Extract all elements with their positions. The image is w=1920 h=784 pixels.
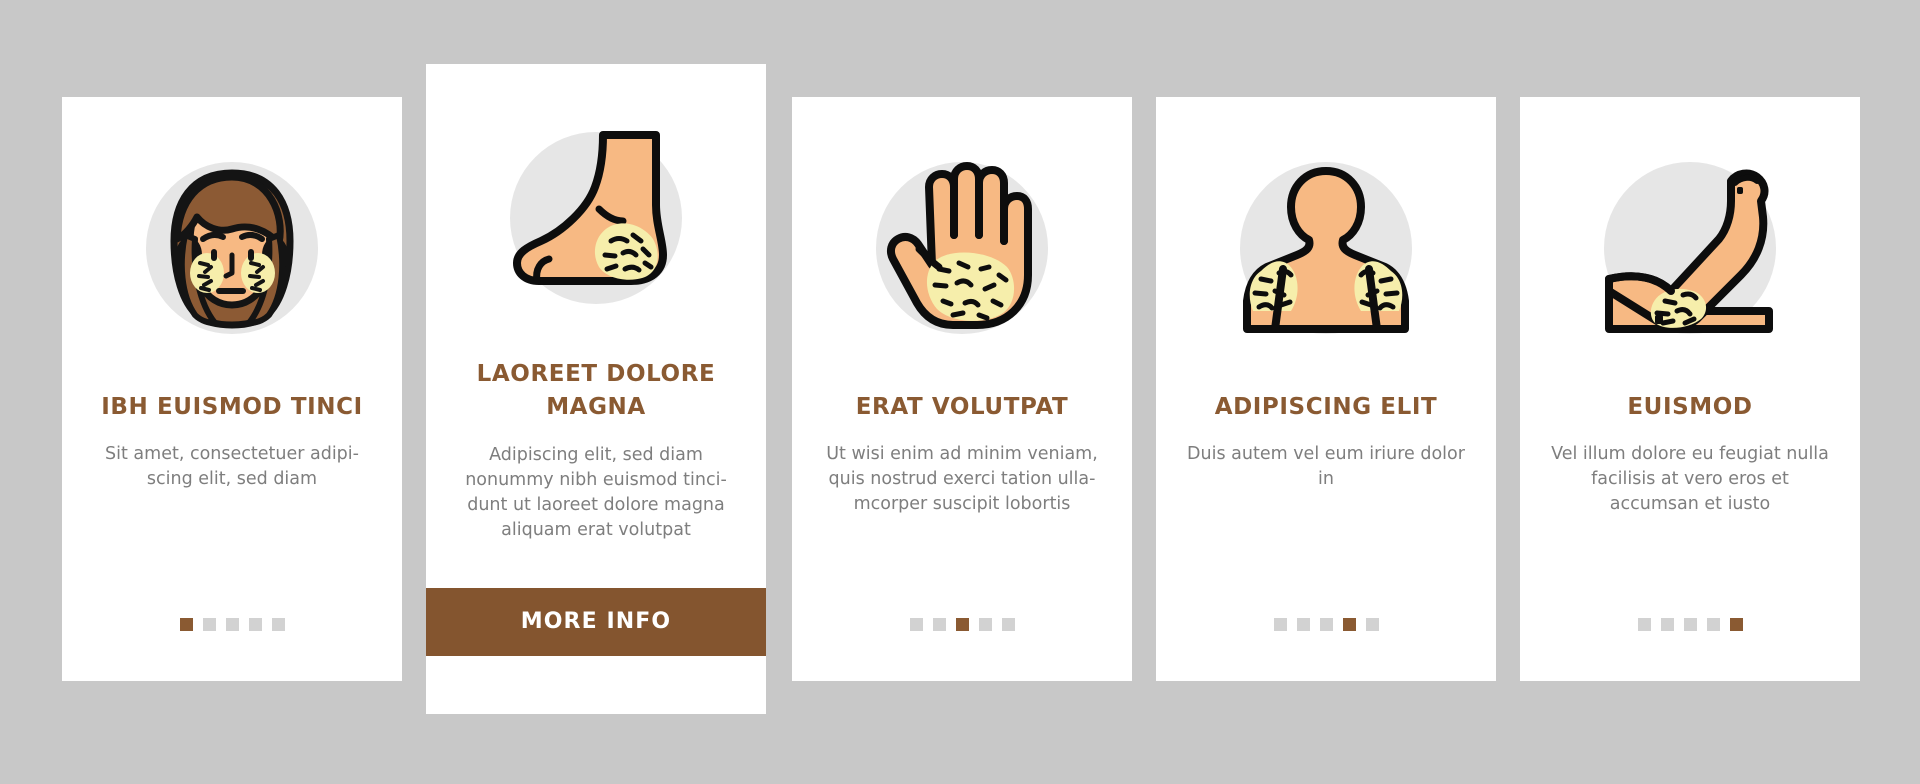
onboarding-card-1[interactable]: IBH EUISMOD TINCI Sit amet, consectetuer… (62, 97, 402, 681)
hand-palm-rash-icon (876, 162, 1048, 334)
pagination-dot[interactable] (1637, 618, 1651, 631)
pagination-dot[interactable] (955, 618, 969, 631)
pagination-dot[interactable] (1296, 618, 1310, 631)
pagination-dot[interactable] (225, 618, 239, 631)
card-title: ERAT VOLUTPAT (855, 394, 1069, 420)
pagination-dot[interactable] (1273, 618, 1287, 631)
card-description: Vel illum dolore eu feugiat nulla facili… (1551, 443, 1829, 514)
card-description: Ut wisi enim ad minim veniam, quis nostr… (826, 443, 1098, 514)
pagination-dot[interactable] (932, 618, 946, 631)
card-description: Adipiscing elit, sed diam nonummy nibh e… (465, 445, 727, 541)
onboarding-card-2[interactable]: LAOREET DOLORE MAGNA Adipiscing elit, se… (426, 64, 766, 714)
pagination-dot[interactable] (1319, 618, 1333, 631)
onboarding-card-4[interactable]: ADIPISCING ELIT Duis autem vel eum iriur… (1156, 97, 1496, 681)
foot-rash-icon (510, 131, 682, 304)
pagination-dot[interactable] (1660, 618, 1674, 631)
illustration-container-5 (1520, 97, 1860, 387)
card-title: EUISMOD (1627, 394, 1753, 420)
card-title: LAOREET DOLORE MAGNA (476, 361, 716, 420)
face-rash-icon (146, 162, 318, 334)
pagination-dots[interactable] (179, 618, 285, 631)
onboarding-card-3[interactable]: ERAT VOLUTPAT Ut wisi enim ad minim veni… (792, 97, 1132, 681)
pagination-dot[interactable] (1706, 618, 1720, 631)
pagination-dot[interactable] (1342, 618, 1356, 631)
pagination-dot[interactable] (179, 618, 193, 631)
pagination-dot[interactable] (271, 618, 285, 631)
card-title: ADIPISCING ELIT (1214, 394, 1438, 420)
pagination-dot[interactable] (1729, 618, 1743, 631)
pagination-dot[interactable] (202, 618, 216, 631)
more-info-button[interactable]: MORE INFO (426, 588, 766, 656)
illustration-container-4 (1156, 97, 1496, 387)
card-title: IBH EUISMOD TINCI (101, 394, 363, 420)
pagination-dots[interactable] (1637, 618, 1743, 631)
torso-shoulders-rash-icon (1240, 162, 1412, 334)
card-description: Duis autem vel eum iriure dolor in (1187, 443, 1465, 489)
arm-elbow-rash-icon (1604, 162, 1776, 334)
pagination-dots[interactable] (909, 618, 1015, 631)
illustration-container-3 (792, 97, 1132, 387)
pagination-dot[interactable] (1001, 618, 1015, 631)
pagination-dots[interactable] (1273, 618, 1379, 631)
pagination-dot[interactable] (978, 618, 992, 631)
onboarding-card-5[interactable]: EUISMOD Vel illum dolore eu feugiat null… (1520, 97, 1860, 681)
illustration-container-2 (426, 64, 766, 354)
pagination-dot[interactable] (1365, 618, 1379, 631)
pagination-dot[interactable] (1683, 618, 1697, 631)
illustration-container-1 (62, 97, 402, 387)
onboarding-screens-container: IBH EUISMOD TINCI Sit amet, consectetuer… (0, 0, 1920, 784)
card-description: Sit amet, consectetuer adipi-scing elit,… (105, 443, 359, 489)
pagination-dot[interactable] (909, 618, 923, 631)
pagination-dot[interactable] (248, 618, 262, 631)
